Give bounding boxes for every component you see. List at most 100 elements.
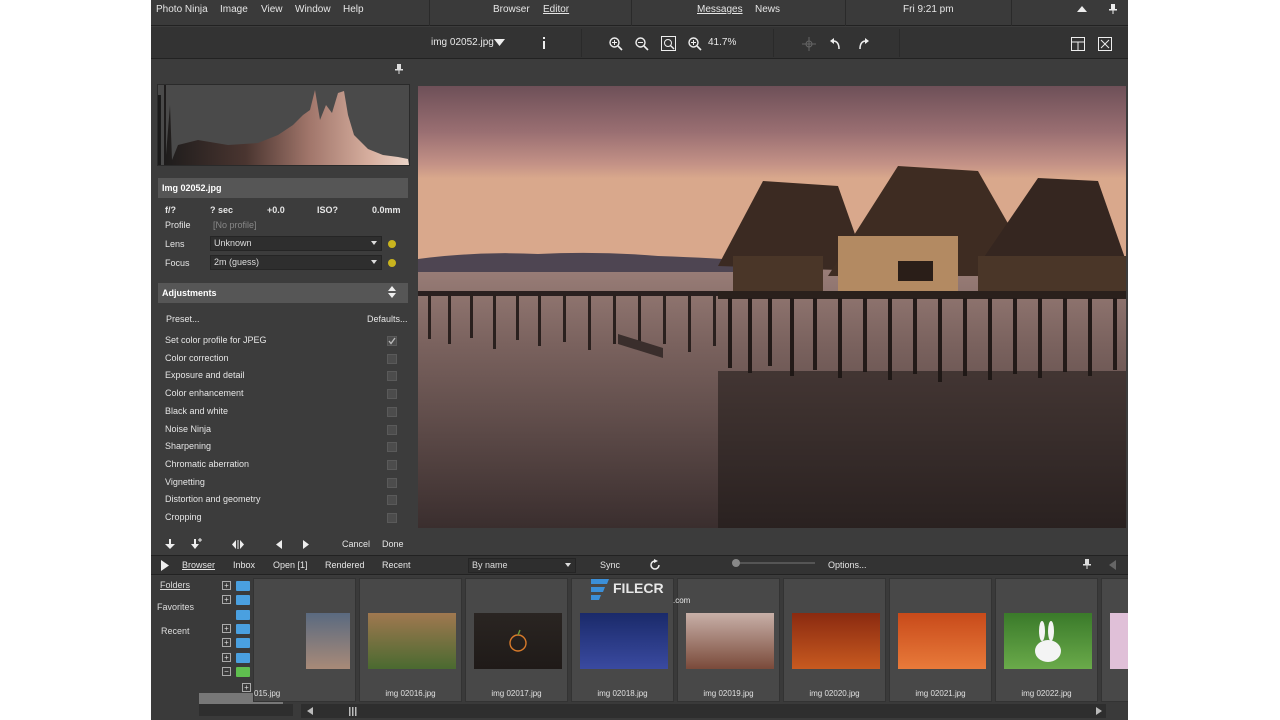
tab-browser[interactable]: Browser: [493, 4, 530, 15]
scroll-grip-icon[interactable]: [349, 707, 357, 718]
thumbnail-cell[interactable]: img 02016.jpg: [359, 578, 462, 702]
thumbnail-cell[interactable]: img 02022.jpg: [995, 578, 1098, 702]
slider-handle[interactable]: [732, 559, 740, 567]
arrow-down-icon[interactable]: [165, 539, 175, 552]
main-photo[interactable]: [418, 86, 1126, 528]
zoom-level-icon[interactable]: [688, 37, 702, 53]
browser-tab[interactable]: Browser: [182, 560, 215, 570]
lens-select[interactable]: Unknown: [210, 236, 382, 251]
scroll-left-icon[interactable]: [307, 707, 313, 717]
thumbnail-cell[interactable]: 015.jpg: [253, 578, 356, 702]
adjustment-label[interactable]: Exposure and detail: [165, 370, 245, 380]
adjustment-checkbox[interactable]: [387, 495, 397, 506]
thumbnail-scrollbar[interactable]: [301, 704, 1106, 718]
adjustment-label[interactable]: Distortion and geometry: [165, 494, 261, 504]
fit-to-window-icon[interactable]: [661, 36, 676, 53]
zoom-out-icon[interactable]: [635, 37, 649, 53]
thumbnail-cell[interactable]: img 02019.jpg: [677, 578, 780, 702]
adjustment-checkbox[interactable]: [387, 353, 397, 364]
adjustment-checkbox[interactable]: [387, 389, 397, 400]
collapse-icon[interactable]: −: [222, 666, 231, 676]
arrow-down-plus-icon[interactable]: [191, 538, 203, 552]
focus-select[interactable]: 2m (guess): [210, 255, 382, 270]
thumbnail-filename: img 02018.jpg: [597, 689, 648, 698]
expand-icon[interactable]: +: [222, 581, 231, 590]
adjustments-header[interactable]: Adjustments: [158, 283, 408, 303]
compare-icon[interactable]: [232, 540, 244, 551]
thumbnail-cell[interactable]: [1101, 578, 1128, 702]
next-icon[interactable]: [303, 540, 309, 551]
adjustment-label[interactable]: Sharpening: [165, 441, 211, 451]
menu-window[interactable]: Window: [295, 4, 331, 15]
expand-icon[interactable]: +: [222, 623, 231, 633]
options-button[interactable]: Options...: [828, 560, 867, 570]
filename-selector[interactable]: img 02052.jpg: [431, 36, 494, 50]
adjustment-checkbox[interactable]: [387, 442, 397, 453]
defaults-button[interactable]: Defaults...: [367, 314, 408, 324]
expand-icon[interactable]: +: [222, 638, 231, 648]
tree-horizontal-scrollbar[interactable]: [199, 704, 293, 716]
thumbnail-size-slider[interactable]: [735, 562, 815, 564]
tab-editor[interactable]: Editor: [543, 4, 569, 15]
adjustment-label[interactable]: Color enhancement: [165, 388, 244, 398]
refresh-icon[interactable]: [649, 559, 661, 573]
expand-icon[interactable]: +: [242, 683, 251, 692]
expand-icon[interactable]: +: [222, 652, 231, 662]
info-icon[interactable]: [541, 37, 547, 51]
play-icon[interactable]: [161, 560, 169, 573]
grid-view-icon[interactable]: [1071, 37, 1085, 53]
done-button[interactable]: Done: [382, 539, 404, 549]
thumbnail-cell[interactable]: img 02017.jpg: [465, 578, 568, 702]
move-icon[interactable]: [802, 37, 816, 53]
adjustment-checkbox[interactable]: [387, 371, 397, 382]
adjustment-checkbox[interactable]: [387, 513, 397, 523]
adjustment-label[interactable]: Set color profile for JPEG: [165, 335, 267, 345]
pin-icon[interactable]: [395, 64, 403, 77]
folders-button[interactable]: Folders: [160, 580, 190, 590]
preset-button[interactable]: Preset...: [166, 314, 200, 324]
checkmark-icon: [388, 337, 396, 345]
inbox-tab[interactable]: Inbox: [233, 560, 255, 570]
rendered-tab[interactable]: Rendered: [325, 560, 365, 570]
sort-select[interactable]: By name: [468, 558, 576, 573]
adjustment-label[interactable]: Cropping: [165, 512, 202, 522]
pin-icon[interactable]: [1083, 559, 1091, 572]
adjustment-checkbox[interactable]: [387, 459, 397, 470]
collapse-left-icon[interactable]: [1109, 560, 1116, 572]
adjustment-checkbox[interactable]: [387, 336, 397, 346]
sort-updown-icon[interactable]: [387, 285, 397, 301]
adjustment-checkbox[interactable]: [387, 424, 397, 435]
menu-app[interactable]: Photo Ninja: [156, 4, 208, 15]
expand-icon[interactable]: +: [222, 595, 231, 605]
adjustment-label[interactable]: Color correction: [165, 353, 229, 363]
adjustment-label[interactable]: Noise Ninja: [165, 424, 211, 434]
favorites-button[interactable]: Favorites: [157, 602, 194, 612]
zoom-in-icon[interactable]: [609, 37, 623, 53]
adjustment-label[interactable]: Vignetting: [165, 477, 205, 487]
chevron-down-icon[interactable]: [494, 39, 505, 49]
recent-tab[interactable]: Recent: [382, 560, 411, 570]
adjustment-checkbox[interactable]: [387, 477, 397, 488]
recent-button[interactable]: Recent: [161, 626, 190, 636]
open-tab[interactable]: Open [1]: [273, 560, 308, 570]
tab-news[interactable]: News: [755, 4, 780, 15]
thumbnail-cell[interactable]: img 02021.jpg: [889, 578, 992, 702]
adjustment-checkbox[interactable]: [387, 406, 397, 417]
menu-help[interactable]: Help: [343, 4, 364, 15]
menu-view[interactable]: View: [261, 4, 283, 15]
sync-button[interactable]: Sync: [600, 560, 620, 570]
svg-text:FILECR: FILECR: [613, 580, 664, 596]
cancel-button[interactable]: Cancel: [342, 539, 370, 549]
thumbnail-cell[interactable]: img 02020.jpg: [783, 578, 886, 702]
tab-messages[interactable]: Messages: [697, 4, 743, 15]
redo-icon[interactable]: [857, 37, 869, 52]
adjustment-label[interactable]: Black and white: [165, 406, 228, 416]
pin-icon[interactable]: [1108, 3, 1118, 17]
previous-icon[interactable]: [276, 540, 282, 551]
close-view-icon[interactable]: [1098, 37, 1112, 53]
undo-icon[interactable]: [830, 37, 842, 52]
scroll-right-icon[interactable]: [1096, 707, 1102, 717]
adjustment-label[interactable]: Chromatic aberration: [165, 459, 249, 469]
menu-image[interactable]: Image: [220, 4, 248, 15]
collapse-up-icon[interactable]: [1076, 4, 1088, 16]
